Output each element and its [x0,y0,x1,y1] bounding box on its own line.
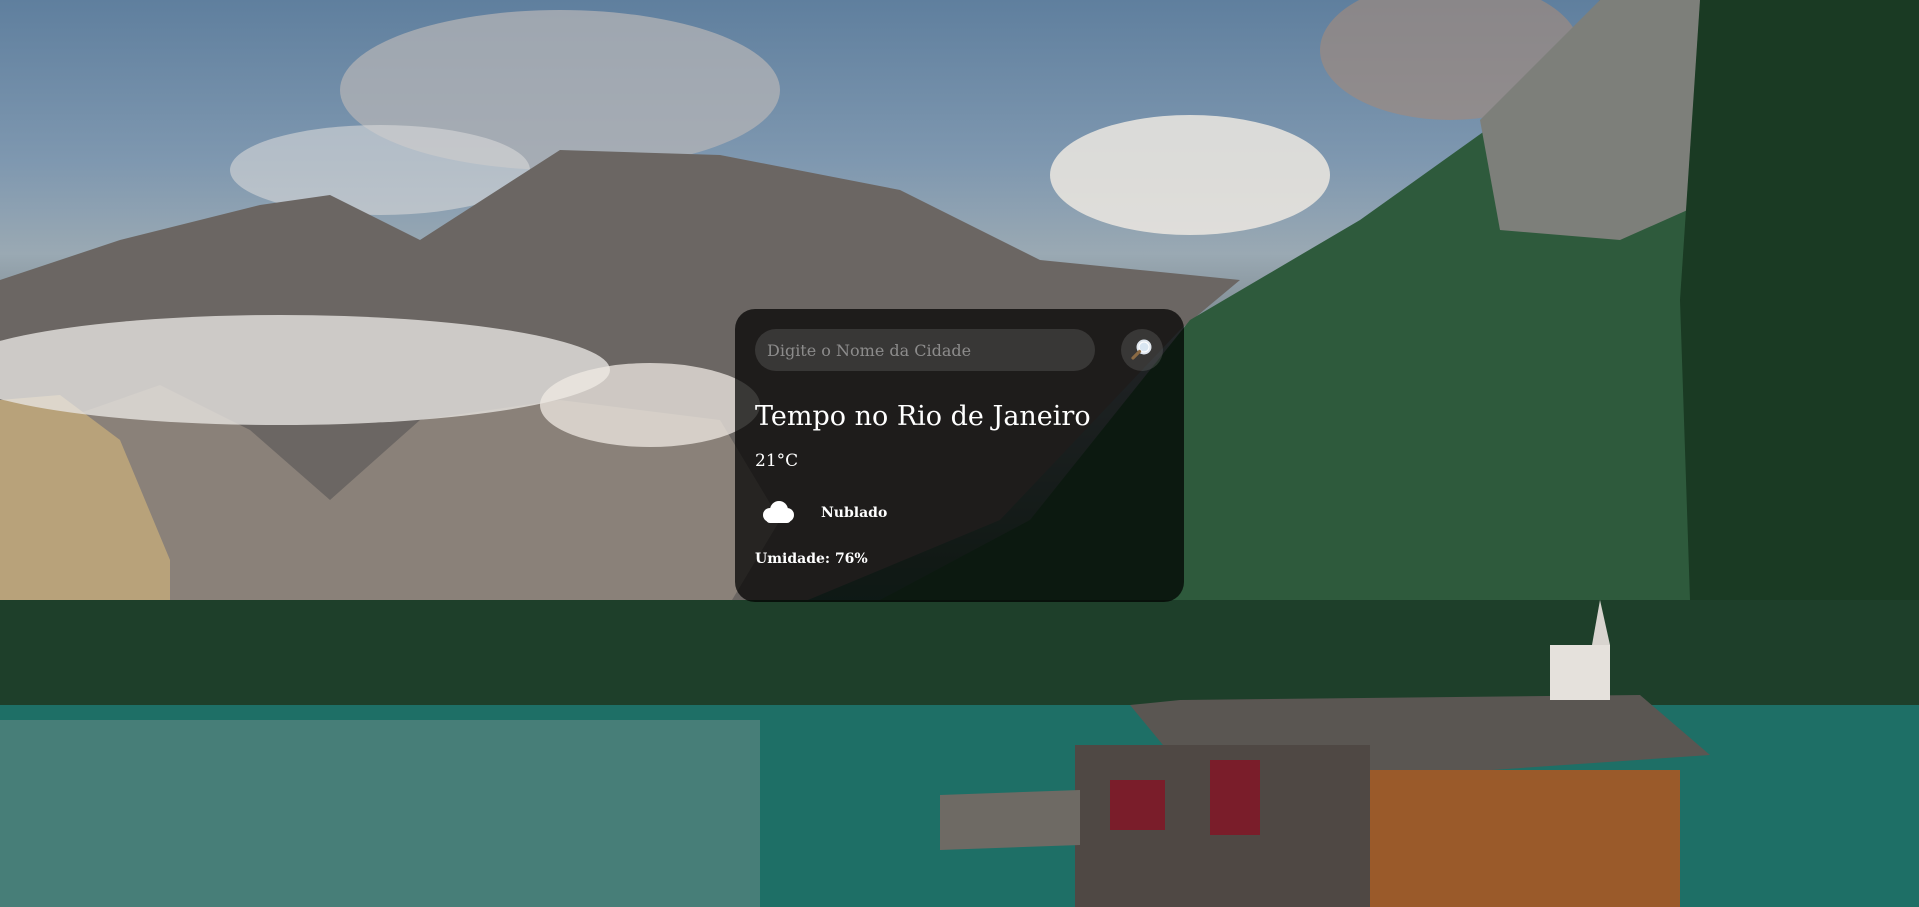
cloud-icon [755,497,799,529]
city-search-input[interactable] [755,329,1095,371]
weather-card: Tempo no Rio de Janeiro 21°C Nublado Umi… [735,309,1184,602]
condition-label: Nublado [821,505,888,522]
weather-condition: Nublado [755,497,1164,529]
city-title: Tempo no Rio de Janeiro [755,401,1091,432]
search-icon [1131,339,1152,360]
search-button[interactable] [1121,329,1163,371]
search-bar [755,329,1164,371]
temperature: 21°C [755,451,799,472]
humidity-label: Umidade: 76% [755,551,868,568]
